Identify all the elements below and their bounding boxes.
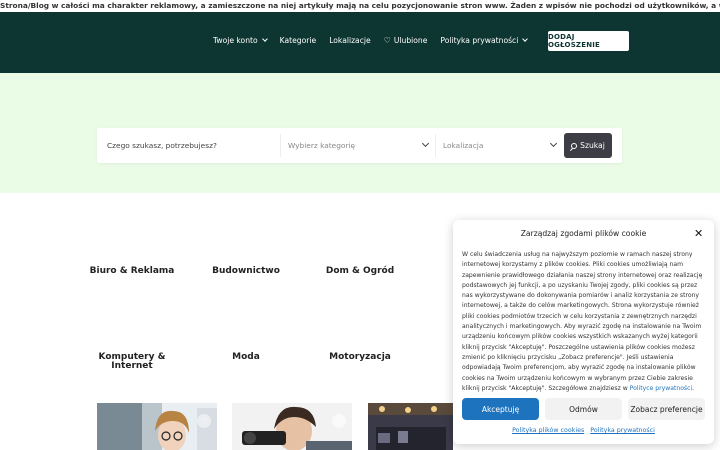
category-dom-ogrod[interactable]: Dom & Ogród	[318, 267, 402, 276]
site-header: Twoje konto Kategorie Lokalizacje ♡ Ulub…	[0, 12, 720, 73]
nav-item-label: Lokalizacje	[329, 36, 371, 45]
search-bar: Czego szukasz, potrzebujesz? Wybierz kat…	[97, 128, 622, 163]
nav-item-label: Twoje konto	[213, 36, 258, 45]
cookie-policy-link[interactable]: Polityka plików cookies	[512, 427, 584, 434]
view-preferences-button[interactable]: Zobacz preferencje	[628, 398, 705, 420]
listing-thumbnail[interactable]	[368, 403, 453, 450]
search-button[interactable]: Szukaj	[564, 133, 612, 158]
cookie-dialog-links: Polityka plików cookies Polityka prywatn…	[453, 427, 714, 434]
category-biuro-reklama[interactable]: Biuro & Reklama	[88, 267, 176, 276]
nav-item-label: Polityka prywatności	[440, 36, 519, 45]
nav-item-label: Ulubione	[393, 36, 428, 45]
listing-thumbnail[interactable]: ♡	[232, 403, 352, 450]
nav-item-locations[interactable]: Lokalizacje	[329, 36, 370, 45]
cookie-body-end: .	[692, 384, 695, 392]
advertising-notice-bar: Strona/Blog w całości ma charakter rekla…	[0, 0, 720, 12]
listing-thumbnail[interactable]: ♡	[97, 403, 217, 450]
privacy-policy-link[interactable]: Polityka prywatności	[590, 427, 655, 434]
accept-cookies-button[interactable]: Akceptuję	[462, 398, 539, 420]
nav-item-account[interactable]: Twoje konto	[213, 36, 268, 45]
cookie-consent-dialog: Zarządzaj zgodami plików cookie ✕ W celu…	[453, 220, 714, 444]
favorite-heart-icon[interactable]: ♡	[332, 414, 346, 428]
category-select[interactable]: Wybierz kategorię	[288, 141, 355, 150]
category-budownictwo[interactable]: Budownictwo	[204, 267, 288, 276]
search-button-label: Szukaj	[580, 141, 605, 150]
heart-icon: ♡	[383, 36, 391, 45]
favorite-heart-icon[interactable]: ♡	[197, 414, 211, 428]
nav-item-categories[interactable]: Kategorie	[280, 36, 317, 45]
chevron-down-icon	[421, 139, 430, 148]
search-input[interactable]: Czego szukasz, potrzebujesz?	[107, 141, 217, 150]
nav-item-privacy-policy[interactable]: Polityka prywatności	[440, 36, 529, 45]
chevron-down-icon	[522, 36, 529, 42]
category-motoryzacja[interactable]: Motoryzacja	[318, 353, 402, 362]
cookie-dialog-title: Zarządzaj zgodami plików cookie	[520, 229, 647, 238]
deny-cookies-button[interactable]: Odmów	[545, 398, 622, 420]
privacy-policy-inline-link[interactable]: Polityce prywatności	[630, 385, 693, 392]
cookie-body-text: W celu świadczenia usług na najwyższym p…	[462, 251, 703, 392]
chevron-down-icon	[261, 36, 268, 42]
search-divider	[280, 134, 281, 157]
search-divider	[435, 134, 436, 157]
category-moda[interactable]: Moda	[204, 353, 288, 362]
main-nav: Twoje konto Kategorie Lokalizacje ♡ Ulub…	[213, 36, 540, 45]
cookie-dialog-text: W celu świadczenia usług na najwyższym p…	[462, 250, 707, 394]
nav-item-favorites[interactable]: ♡ Ulubione	[384, 36, 428, 45]
listing-image	[368, 403, 453, 450]
close-icon[interactable]: ✕	[694, 227, 703, 240]
chevron-down-icon	[549, 139, 558, 148]
nav-item-label: Kategorie	[279, 36, 317, 45]
category-komputery-internet[interactable]: Komputery & Internet	[96, 353, 168, 371]
add-listing-button[interactable]: DODAJ OGŁOSZENIE	[548, 31, 629, 51]
search-icon	[571, 142, 578, 149]
location-select[interactable]: Lokalizacja	[443, 141, 483, 150]
